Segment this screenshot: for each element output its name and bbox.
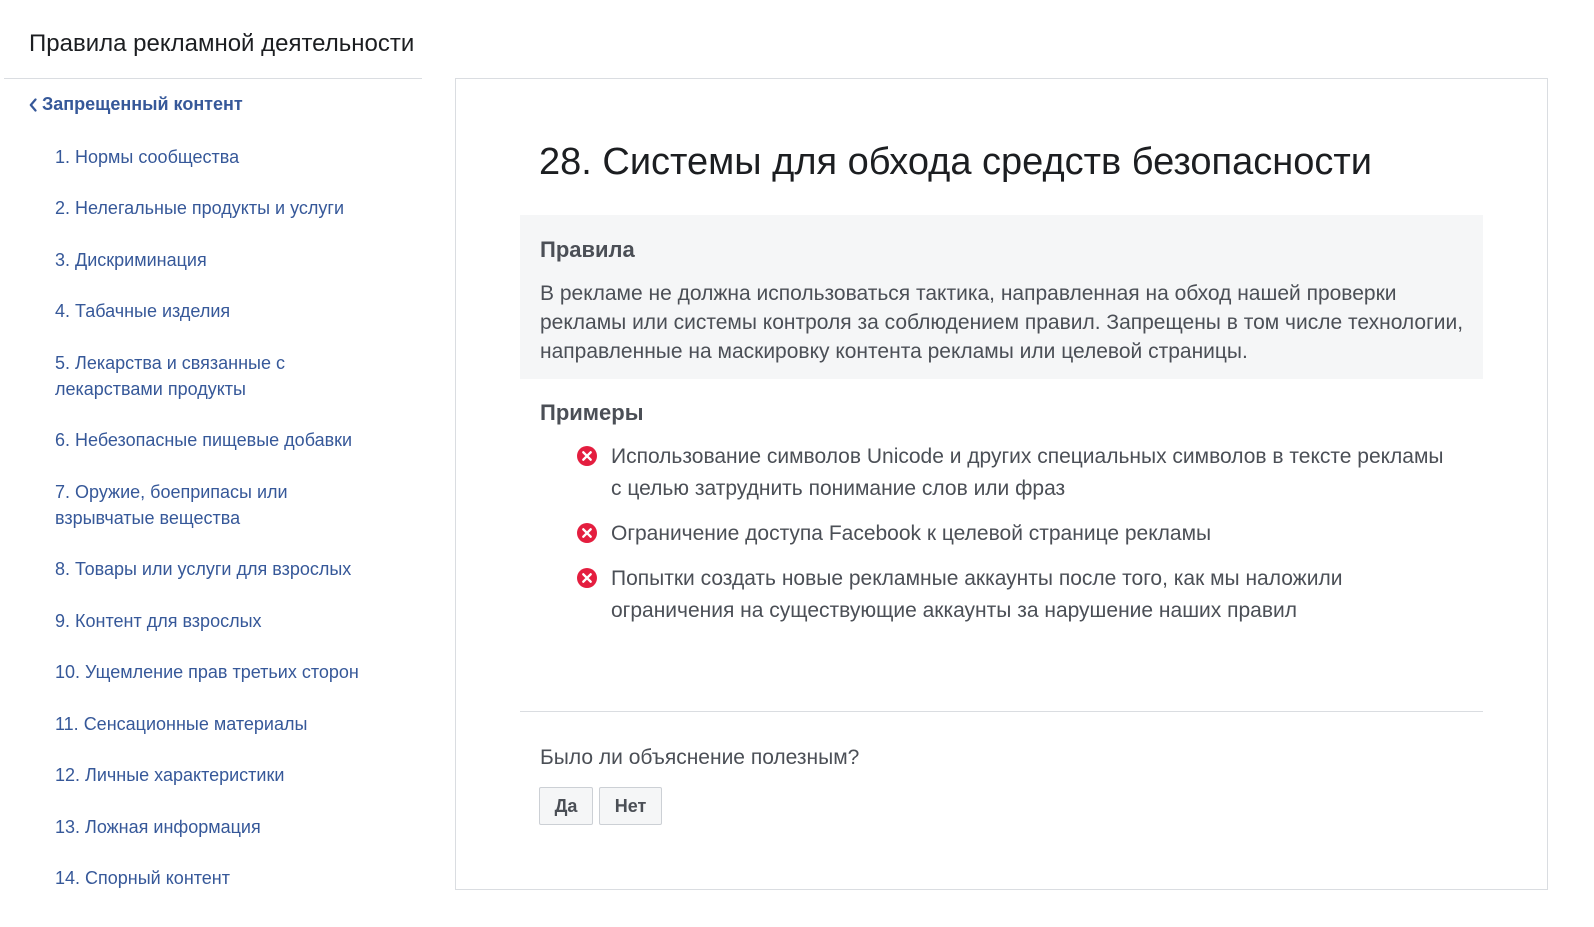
sidebar-item-weapons[interactable]: 7. Оружие, боеприпасы или взрывчатые вещ… — [55, 479, 325, 531]
prohibited-x-icon — [577, 523, 597, 543]
rules-box: Правила В рекламе не должна использовать… — [520, 215, 1483, 379]
example-item: Ограничение доступа Facebook к целевой с… — [577, 518, 1457, 550]
prohibited-x-icon — [577, 446, 597, 466]
example-item: Попытки создать новые рекламные аккаунты… — [577, 563, 1457, 627]
sidebar-item-supplements[interactable]: 6. Небезопасные пищевые добавки — [55, 427, 415, 453]
example-text: Использование символов Unicode и других … — [611, 445, 1444, 500]
sidebar-nav: 1. Нормы сообщества 2. Нелегальные проду… — [0, 79, 430, 927]
sidebar-item-tobacco[interactable]: 4. Табачные изделия — [55, 298, 415, 324]
feedback-question: Было ли объяснение полезным? — [540, 746, 860, 769]
rules-text: В рекламе не должна использоваться такти… — [540, 282, 1464, 363]
sidebar-item-discrimination[interactable]: 3. Дискриминация — [55, 247, 415, 273]
examples-heading: Примеры — [540, 400, 644, 425]
sidebar-item-adult-products[interactable]: 8. Товары или услуги для взрослых — [55, 556, 415, 582]
feedback-no-button[interactable]: Нет — [599, 787, 662, 825]
feedback-divider — [520, 711, 1483, 712]
sidebar-item-drugs[interactable]: 5. Лекарства и связанные с лекарствами п… — [55, 350, 325, 402]
sidebar-item-third-party-rights[interactable]: 10. Ущемление прав третьих сторон — [55, 659, 415, 685]
article-title: 28. Системы для обхода средств безопасно… — [539, 141, 1372, 183]
prohibited-x-icon — [577, 568, 597, 588]
example-item: Использование символов Unicode и других … — [577, 441, 1457, 505]
example-text: Ограничение доступа Facebook к целевой с… — [611, 522, 1212, 545]
sidebar-item-illegal-products[interactable]: 2. Нелегальные продукты и услуги — [55, 195, 415, 221]
sidebar-item-community-standards[interactable]: 1. Нормы сообщества — [55, 144, 415, 170]
feedback-yes-button[interactable]: Да — [539, 787, 593, 825]
example-text: Попытки создать новые рекламные аккаунты… — [611, 567, 1343, 622]
sidebar-item-sensational[interactable]: 11. Сенсационные материалы — [55, 711, 415, 737]
rules-heading: Правила — [540, 237, 635, 262]
sidebar-item-adult-content[interactable]: 9. Контент для взрослых — [55, 608, 415, 634]
sidebar-item-controversial[interactable]: 14. Спорный контент — [55, 865, 415, 891]
sidebar-item-misinformation[interactable]: 13. Ложная информация — [55, 814, 415, 840]
page-title: Правила рекламной деятельности — [29, 30, 415, 57]
sidebar-item-personal-attributes[interactable]: 12. Личные характеристики — [55, 762, 415, 788]
